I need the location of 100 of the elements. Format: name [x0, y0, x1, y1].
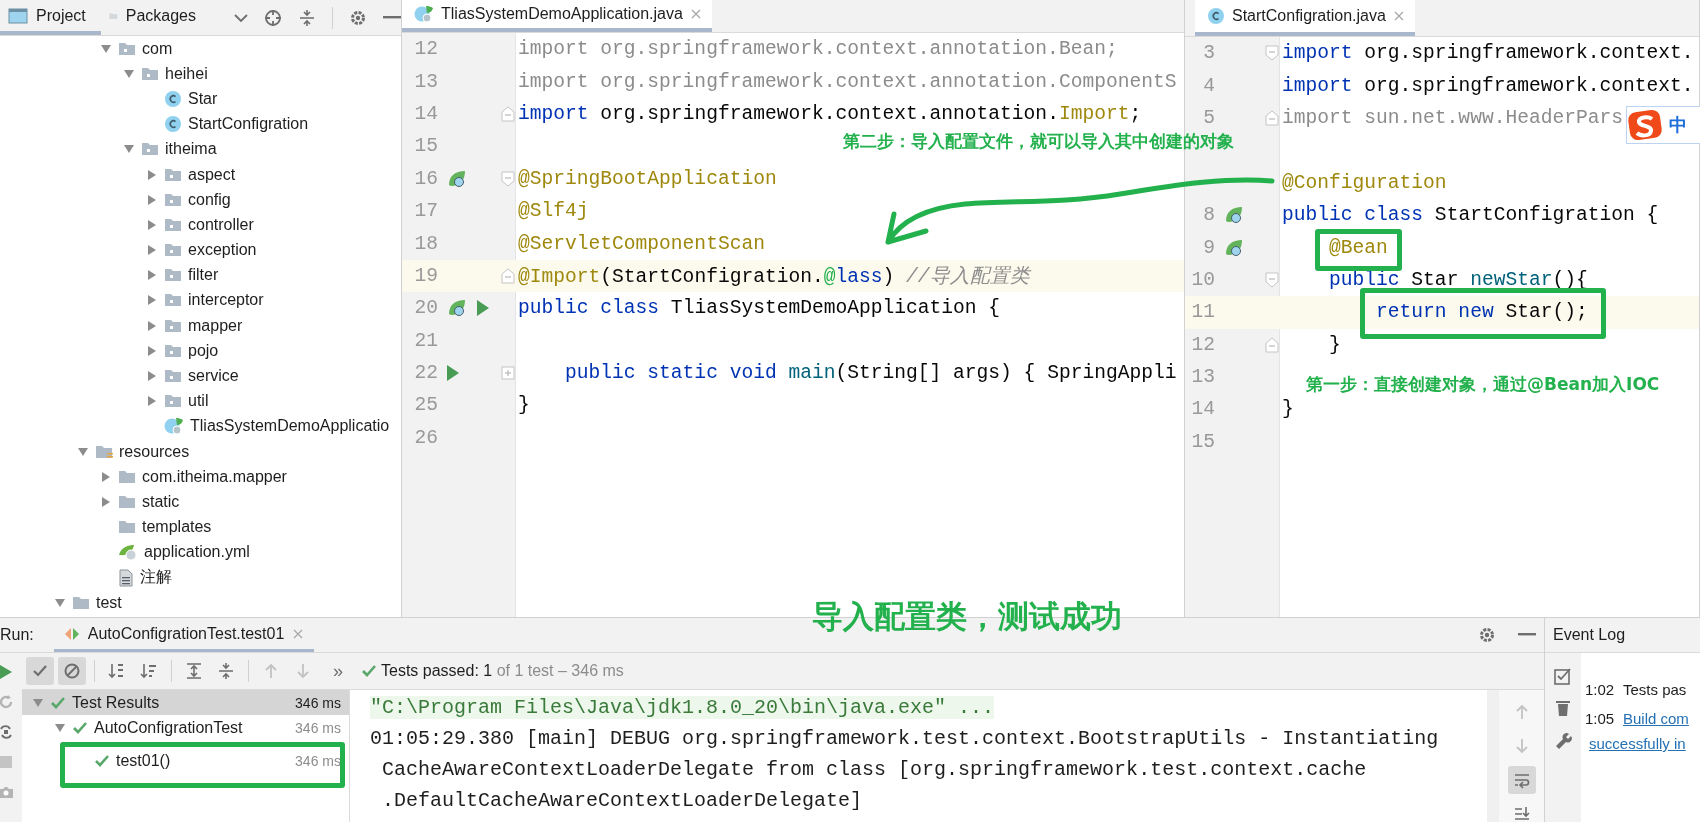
tree-arrow-icon[interactable]: [146, 319, 158, 332]
fold-marker-icon[interactable]: [1265, 336, 1279, 353]
tree-arrow-icon[interactable]: [146, 344, 158, 357]
tree-item[interactable]: 注解: [140, 567, 172, 589]
fold-marker-icon[interactable]: [501, 105, 515, 122]
package-icon: [164, 342, 182, 359]
run-icon[interactable]: [476, 299, 490, 318]
tree-arrow-icon[interactable]: [123, 67, 135, 80]
tree-arrow-icon[interactable]: [146, 244, 158, 257]
fold-marker-icon[interactable]: [1265, 45, 1279, 62]
tree-item[interactable]: util: [188, 392, 209, 411]
tree-item[interactable]: service: [188, 367, 239, 386]
tree-item[interactable]: com: [142, 39, 173, 58]
more-button[interactable]: »: [333, 660, 343, 682]
fold-marker-icon[interactable]: [1265, 109, 1279, 126]
line-number: 25: [414, 394, 438, 417]
editor-tab[interactable]: TliasSystemDemoApplication.java: [402, 0, 712, 32]
settings-icon[interactable]: [1478, 626, 1496, 644]
test-status: Tests passed: 1 of 1 test – 346 ms: [381, 662, 624, 680]
test-name: test01(): [116, 751, 171, 770]
expand-marker-icon[interactable]: [501, 366, 515, 381]
panel-tab[interactable]: Packages: [101, 0, 206, 35]
tree-arrow-icon[interactable]: [54, 596, 66, 609]
close-icon[interactable]: [292, 627, 305, 640]
package-icon: [164, 191, 182, 208]
tree-item[interactable]: filter: [188, 266, 219, 285]
line-number: 26: [414, 426, 438, 449]
tree-item[interactable]: templates: [142, 518, 212, 537]
tree-item[interactable]: aspect: [188, 165, 236, 184]
rerun-icon[interactable]: [0, 693, 15, 711]
tree-item[interactable]: exception: [188, 241, 257, 260]
line-number: 4: [1203, 74, 1215, 97]
tree-item[interactable]: interceptor: [188, 291, 264, 310]
fold-marker-icon[interactable]: [501, 267, 515, 284]
tree-item[interactable]: com.itheima.mapper: [142, 467, 287, 486]
mark-read-icon[interactable]: [1554, 667, 1572, 685]
tree-arrow-icon[interactable]: [146, 370, 158, 383]
line-number: 18: [414, 232, 438, 255]
tree-item[interactable]: test: [96, 593, 122, 612]
result-row[interactable]: AutoConfigrationTest 346 ms: [22, 715, 349, 740]
package-icon: [164, 216, 182, 233]
class-icon: [1207, 7, 1225, 25]
tree-arrow-icon[interactable]: [100, 495, 112, 508]
tree-arrow-icon[interactable]: [146, 269, 158, 282]
tree-item[interactable]: controller: [188, 215, 254, 234]
wrap-button[interactable]: [1507, 766, 1536, 794]
event-link[interactable]: successfully in: [1589, 735, 1700, 752]
minimize-icon[interactable]: [383, 15, 401, 20]
wrench-icon[interactable]: [1554, 731, 1572, 749]
tree-item[interactable]: mapper: [188, 316, 243, 335]
tree-arrow-icon[interactable]: [146, 168, 158, 181]
minimize-icon[interactable]: [1518, 633, 1536, 637]
editor-tab[interactable]: StartConfigration.java: [1195, 0, 1415, 36]
tree-arrow-icon[interactable]: [100, 42, 112, 55]
line-number: 15: [414, 135, 438, 158]
wrap-icon: [1512, 771, 1531, 789]
tree-item[interactable]: TliasSystemDemoApplicatio: [190, 417, 390, 436]
tree-item[interactable]: resources: [119, 442, 190, 461]
package-icon: [164, 292, 182, 309]
tree-item[interactable]: StartConfigration: [188, 115, 309, 134]
tree-arrow-icon[interactable]: [146, 294, 158, 307]
close-icon[interactable]: [689, 8, 702, 20]
tree-item[interactable]: pojo: [188, 341, 219, 360]
fold-marker-icon[interactable]: [501, 170, 515, 187]
dropdown-caret-icon[interactable]: [234, 12, 248, 23]
tree-arrow-icon[interactable]: [146, 218, 158, 231]
result-row[interactable]: Test Results 346 ms: [22, 690, 349, 715]
locate-icon[interactable]: [264, 8, 282, 27]
tree-item[interactable]: heihei: [165, 64, 208, 83]
spring-class-icon: [414, 5, 434, 23]
tree-item[interactable]: Star: [188, 89, 218, 108]
collapse-all-icon[interactable]: [298, 8, 316, 27]
tree-arrow-icon[interactable]: [54, 721, 66, 734]
tree-item[interactable]: static: [142, 492, 180, 511]
fold-marker-icon[interactable]: [1265, 271, 1279, 288]
settings-icon[interactable]: [349, 8, 367, 27]
event-link[interactable]: Build com: [1623, 710, 1700, 727]
input-method-badge[interactable]: 中: [1626, 106, 1700, 144]
tree-arrow-icon[interactable]: [77, 445, 89, 458]
toggle-icon[interactable]: [0, 723, 15, 741]
package-icon: [141, 141, 159, 158]
check-icon: [94, 753, 110, 768]
config-file-icon: [118, 543, 138, 562]
tree-arrow-icon[interactable]: [146, 193, 158, 206]
show-ignored-button[interactable]: [58, 657, 86, 685]
code-line: import org.springframework.context.annotation.Bean;: [517, 38, 1118, 61]
trash-icon[interactable]: [1555, 699, 1571, 717]
tree-arrow-icon[interactable]: [32, 696, 44, 709]
close-icon[interactable]: [1392, 10, 1405, 22]
tree-arrow-icon[interactable]: [100, 470, 112, 483]
tree-item[interactable]: config: [188, 190, 231, 209]
run-icon[interactable]: [446, 364, 460, 383]
tree-arrow-icon[interactable]: [146, 395, 158, 408]
tree-item[interactable]: itheima: [165, 140, 217, 159]
tree-item[interactable]: application.yml: [144, 543, 250, 562]
panel-tab[interactable]: Project: [0, 0, 101, 35]
result-row[interactable]: test01() 346 ms: [22, 748, 349, 773]
test-name: AutoConfigrationTest: [94, 718, 243, 737]
code-line: @Bean: [1328, 236, 1388, 259]
show-passed-button[interactable]: [26, 657, 54, 685]
